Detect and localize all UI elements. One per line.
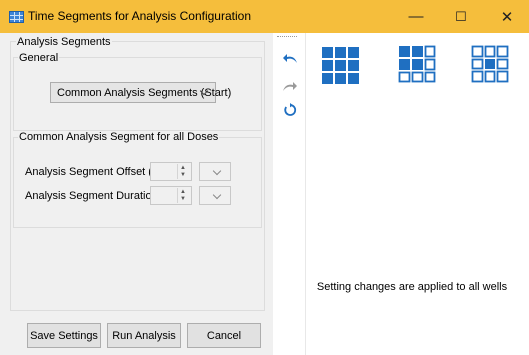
duration-label: Analysis Segment Duration	[25, 190, 158, 202]
tool-strip	[273, 33, 306, 355]
common-segment-group	[13, 137, 262, 228]
run-analysis-button[interactable]: Run Analysis	[107, 323, 181, 348]
duration-spin-buttons[interactable]: ▲ ▼	[177, 188, 188, 203]
config-panel: Analysis Segments General Common Analysi…	[0, 33, 273, 355]
status-message: Setting changes are applied to all wells	[316, 281, 508, 293]
minimize-button[interactable]: —	[394, 0, 438, 33]
layout-filled-grid-icon[interactable]	[319, 44, 363, 91]
app-grid-icon	[9, 11, 24, 23]
common-segment-title: Common Analysis Segment for all Doses	[18, 131, 220, 143]
spin-down-icon: ▼	[180, 195, 186, 202]
analysis-segments-title: Analysis Segments	[16, 36, 112, 48]
toolstrip-grip	[277, 36, 297, 39]
duration-numeric-input[interactable]: ▲ ▼	[150, 186, 192, 205]
spin-up-icon: ▲	[180, 188, 186, 195]
duration-unit-dropdown[interactable]	[199, 186, 231, 205]
chevron-down-icon	[212, 190, 222, 200]
maximize-icon: ☐	[455, 8, 467, 24]
layout-outline-grid-icon[interactable]	[470, 44, 510, 87]
segment-mode-dropdown[interactable]: Common Analysis Segments (Start)	[50, 82, 231, 103]
cancel-button[interactable]: Cancel	[187, 323, 261, 348]
layout-mixed-grid-icon[interactable]	[397, 44, 437, 87]
spin-down-icon: ▼	[180, 171, 186, 178]
reset-icon[interactable]	[281, 101, 299, 119]
chevron-down-icon	[212, 166, 222, 176]
maximize-button[interactable]: ☐	[439, 0, 483, 33]
general-group-title: General	[18, 52, 60, 64]
spin-up-icon: ▲	[180, 164, 186, 171]
redo-icon[interactable]	[281, 77, 299, 95]
title-bar: Time Segments for Analysis Configuration…	[0, 0, 529, 33]
offset-numeric-input[interactable]: ▲ ▼	[150, 162, 192, 181]
window-title: Time Segments for Analysis Configuration	[28, 9, 251, 23]
save-settings-button[interactable]: Save Settings	[27, 323, 101, 348]
minimize-icon: —	[408, 8, 424, 25]
close-icon: ✕	[500, 8, 514, 26]
offset-unit-dropdown[interactable]	[199, 162, 231, 181]
offset-spin-buttons[interactable]: ▲ ▼	[177, 164, 188, 179]
undo-icon[interactable]	[281, 49, 299, 67]
close-button[interactable]: ✕	[485, 0, 529, 33]
